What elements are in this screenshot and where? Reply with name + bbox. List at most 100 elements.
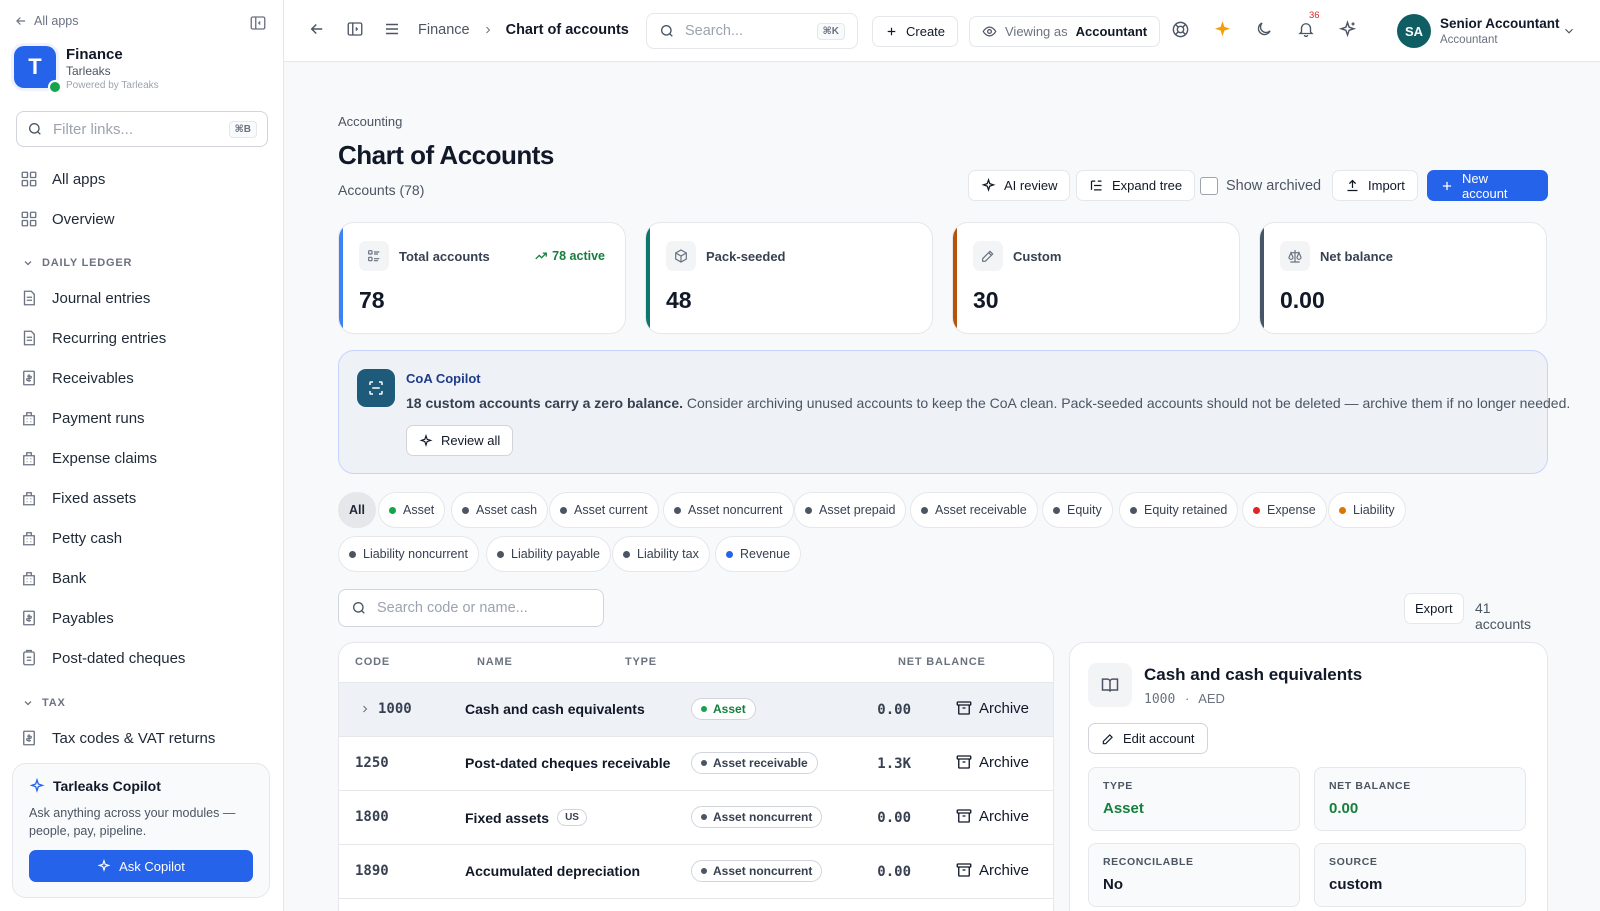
sidebar-item-bank[interactable]: Bank [20, 566, 86, 590]
sidebar-item-post-dated-cheques[interactable]: Post-dated cheques [20, 646, 185, 670]
filter-chip-equity[interactable]: Equity [1042, 492, 1113, 528]
filter-chip-all[interactable]: All [338, 492, 376, 528]
status-dot [497, 550, 504, 558]
sidebar-item-journal-entries[interactable]: Journal entries [20, 286, 150, 310]
section-daily-ledger[interactable]: DAILY LEDGER [22, 257, 132, 269]
sidebar-item-tax-codes[interactable]: Tax codes & VAT returns [20, 726, 215, 750]
plus-icon [1440, 179, 1454, 193]
filter-chip-asset-current[interactable]: Asset current [549, 492, 659, 528]
back-to-all-apps-link[interactable]: All apps [14, 14, 267, 28]
column-code[interactable]: CODE [355, 656, 390, 668]
type-badge: Asset noncurrent [691, 860, 823, 882]
table-row[interactable]: 1890 Accumulated depreciation Asset nonc… [339, 845, 1053, 899]
table-row[interactable]: 1000 Cash and cash equivalents Asset 0.0… [339, 683, 1053, 737]
filter-chip-asset-cash[interactable]: Asset cash [451, 492, 549, 528]
create-label: Create [906, 24, 946, 39]
filter-chip-liability-noncurrent[interactable]: Liability noncurrent [338, 536, 479, 572]
filter-chip-asset[interactable]: Asset [378, 492, 446, 528]
chevron-right-icon[interactable] [359, 703, 371, 715]
section-tax[interactable]: TAX [22, 697, 66, 709]
ask-copilot-button[interactable]: Ask Copilot [29, 850, 253, 882]
ai-review-button[interactable]: AI review [968, 170, 1071, 201]
create-button[interactable]: Create [872, 16, 959, 47]
sparkle-icon [981, 178, 996, 193]
archive-button[interactable]: Archive [955, 861, 1029, 879]
collapse-sidebar-button[interactable] [249, 14, 267, 32]
filter-links-input[interactable]: Filter links... ⌘B [16, 111, 268, 147]
breadcrumb-current: Chart of accounts [505, 22, 629, 38]
back-button[interactable] [308, 20, 326, 38]
document-icon [20, 289, 40, 307]
filter-chip-asset-receivable[interactable]: Asset receivable [910, 492, 1038, 528]
show-archived-checkbox[interactable]: Show archived [1200, 170, 1321, 201]
archive-icon [955, 753, 973, 771]
table-search-input[interactable]: Search code or name... [338, 589, 604, 627]
banner-highlight: 18 custom accounts carry a zero balance. [406, 395, 684, 411]
stat-custom: Custom 30 [952, 222, 1240, 334]
sidebar-item-recurring-entries[interactable]: Recurring entries [20, 326, 166, 350]
viewing-as-role: Accountant [1075, 24, 1148, 39]
filter-chip-equity-retained[interactable]: Equity retained [1119, 492, 1239, 528]
review-all-button[interactable]: Review all [406, 425, 514, 456]
viewing-as-button[interactable]: Viewing as Accountant [969, 16, 1161, 47]
checkbox[interactable] [1200, 176, 1218, 195]
ai-sparkle-button[interactable] [1213, 20, 1232, 39]
archive-icon [955, 861, 973, 879]
sidebar-item-receivables[interactable]: Receivables [20, 366, 134, 390]
notifications-button[interactable] [1297, 20, 1315, 38]
status-dot [701, 760, 707, 766]
export-button[interactable]: Export [1404, 593, 1464, 624]
type-badge: Asset noncurrent [691, 806, 823, 828]
menu-button[interactable] [383, 20, 401, 38]
sparkle-icon [97, 859, 111, 873]
archive-button[interactable]: Archive [955, 807, 1029, 825]
chevron-down-icon [1562, 24, 1576, 38]
lifebuoy-icon [1171, 20, 1190, 39]
filter-chip-liability-payable[interactable]: Liability payable [486, 536, 611, 572]
stat-label: Net balance [1320, 248, 1393, 264]
sidebar-item-fixed-assets[interactable]: Fixed assets [20, 486, 136, 510]
filter-chip-liability[interactable]: Liability [1328, 492, 1406, 528]
expand-tree-button[interactable]: Expand tree [1076, 170, 1196, 201]
copilot-button[interactable] [1338, 20, 1357, 39]
column-name[interactable]: NAME [477, 656, 513, 668]
breadcrumb-finance[interactable]: Finance [418, 22, 470, 38]
filter-chip-asset-noncurrent[interactable]: Asset noncurrent [663, 492, 794, 528]
sidebar-item-all-apps[interactable]: All apps [20, 167, 105, 191]
filter-chip-revenue[interactable]: Revenue [715, 536, 802, 572]
bank-icon [20, 569, 40, 587]
sidebar-item-petty-cash[interactable]: Petty cash [20, 526, 122, 550]
import-button[interactable]: Import [1332, 170, 1418, 201]
sidebar-item-payables[interactable]: Payables [20, 606, 114, 630]
chevron-right-icon [482, 24, 494, 36]
status-dot [921, 506, 928, 514]
theme-toggle-button[interactable] [1255, 20, 1273, 38]
table-row[interactable]: 1250 Post-dated cheques receivable Asset… [339, 737, 1053, 791]
help-button[interactable] [1171, 20, 1190, 39]
table-row[interactable]: 1800 Fixed assets US Asset noncurrent 0.0… [339, 791, 1053, 845]
stat-label: Total accounts [399, 248, 490, 264]
filter-chip-asset-prepaid[interactable]: Asset prepaid [794, 492, 907, 528]
edit-account-button[interactable]: Edit account [1088, 723, 1208, 754]
column-type[interactable]: TYPE [625, 656, 657, 668]
account-code: 1890 [355, 863, 389, 879]
filter-chip-liability-tax[interactable]: Liability tax [612, 536, 710, 572]
toggle-sidebar-button[interactable] [346, 20, 364, 38]
filter-chip-expense[interactable]: Expense [1242, 492, 1327, 528]
column-net-balance[interactable]: NET BALANCE [898, 656, 986, 668]
user-name[interactable]: Senior Accountant [1440, 16, 1560, 31]
sidebar-item-overview[interactable]: Overview [20, 207, 115, 231]
sidebar-item-payment-runs[interactable]: Payment runs [20, 406, 145, 430]
sidebar-item-expense-claims[interactable]: Expense claims [20, 446, 157, 470]
stat-value: 78 [359, 287, 385, 313]
chevron-down-icon [22, 257, 34, 269]
invoice-icon [20, 609, 40, 627]
avatar[interactable]: SA [1397, 14, 1431, 48]
archive-button[interactable]: Archive [955, 699, 1029, 717]
user-menu-button[interactable] [1562, 24, 1576, 38]
stat-value: 0.00 [1280, 287, 1325, 313]
status-dot [1130, 506, 1137, 514]
new-account-button[interactable]: New account [1427, 170, 1548, 201]
archive-button[interactable]: Archive [955, 753, 1029, 771]
global-search-input[interactable]: Search... ⌘K [646, 13, 858, 49]
